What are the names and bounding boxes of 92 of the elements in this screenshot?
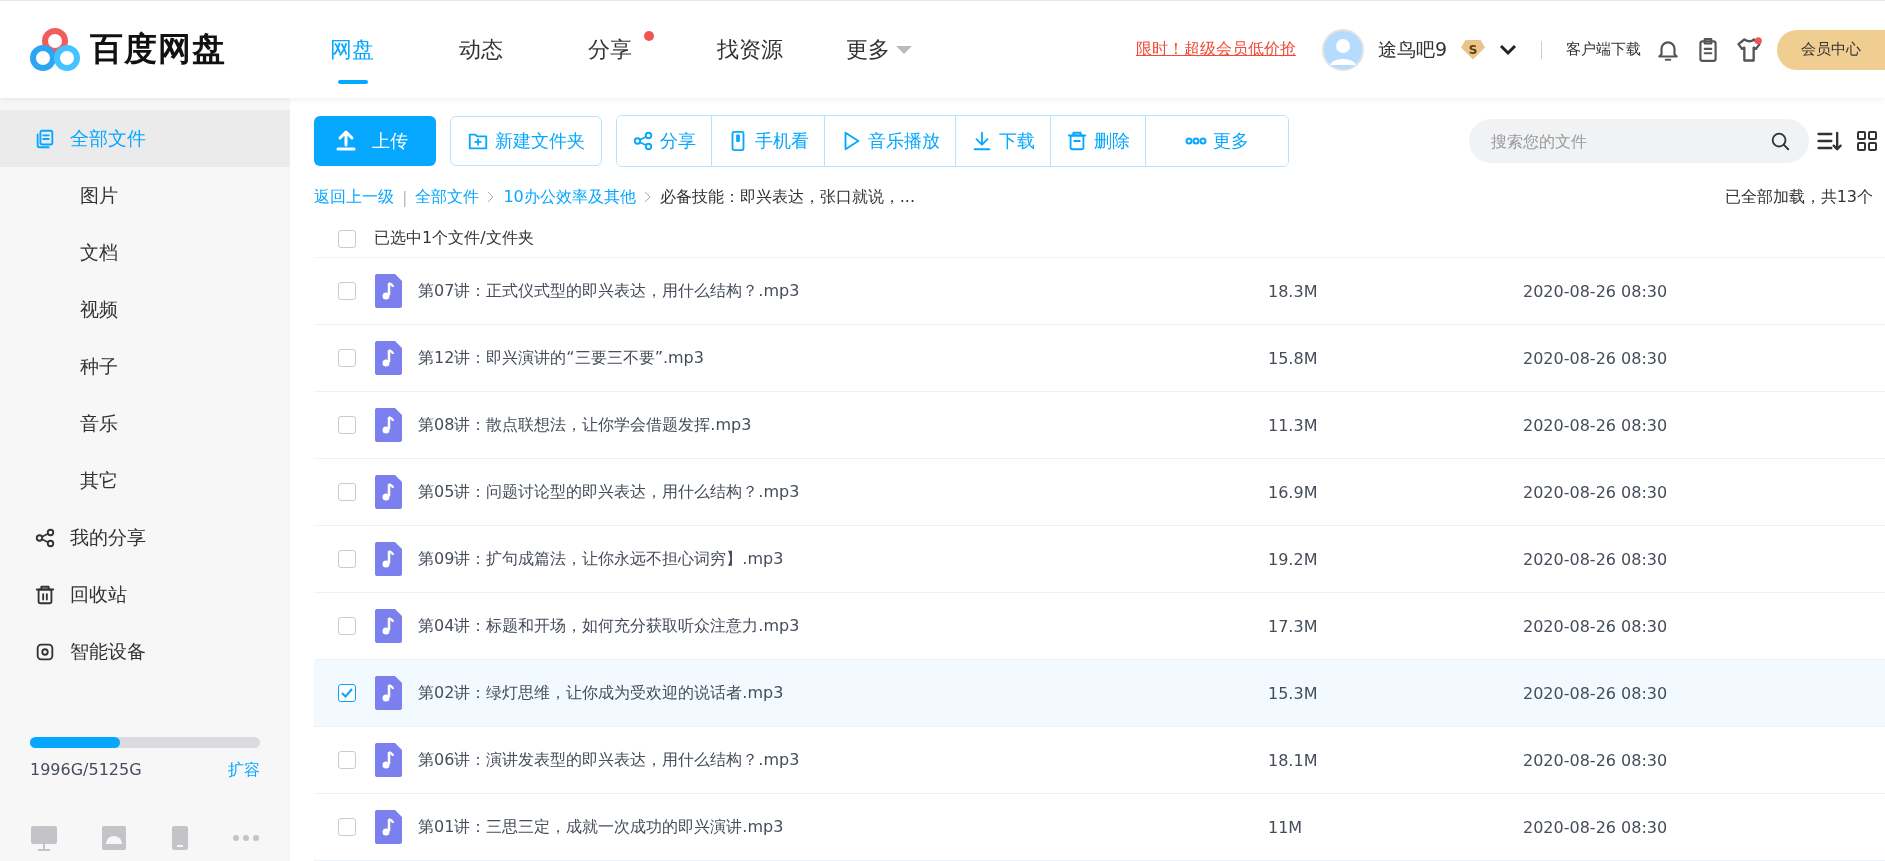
shirt-icon[interactable] [1735, 35, 1763, 64]
sidebar-item[interactable]: 文档 [0, 224, 290, 281]
selection-text: 已选中1个文件/文件夹 [374, 228, 534, 250]
music-file-icon [374, 609, 402, 643]
checkbox[interactable] [338, 751, 356, 769]
promo-link[interactable]: 限时！超级会员低价抢 [1135, 39, 1296, 60]
file-date: 2020-08-26 08:30 [1523, 415, 1668, 435]
nav-tab[interactable]: 分享 [588, 1, 717, 98]
vip-badge: S [1461, 39, 1485, 60]
upload-icon [334, 129, 358, 154]
logo-text: 百度网盘 [90, 28, 226, 70]
file-name: 第04讲：标题和开场，如何充分获取听众注意力.mp3 [418, 615, 801, 637]
nav-tab[interactable]: 找资源 [717, 1, 846, 98]
avatar [1321, 28, 1364, 71]
checkbox[interactable] [338, 550, 356, 568]
music-file-icon [374, 743, 402, 777]
file-name: 第01讲：三思三定，成就一次成功的即兴演讲.mp3 [418, 816, 785, 838]
trash-icon [1066, 130, 1088, 153]
file-size: 11.3M [1268, 415, 1319, 435]
trash-icon [34, 583, 56, 606]
sidebar-item[interactable]: 智能设备 [0, 623, 290, 680]
sidebar-item[interactable]: 音乐 [0, 395, 290, 452]
phone-icon[interactable] [170, 825, 189, 851]
file-date: 2020-08-26 08:30 [1523, 683, 1668, 703]
breadcrumb-current: 必备技能：即兴表达，张口就说，... [659, 186, 915, 208]
chevron-icon [643, 191, 652, 204]
client-download-link[interactable]: 客户端下载 [1566, 40, 1641, 59]
checkbox[interactable] [338, 282, 356, 300]
file-date: 2020-08-26 08:30 [1523, 817, 1668, 837]
file-date: 2020-08-26 08:30 [1523, 348, 1668, 368]
file-date: 2020-08-26 08:30 [1523, 549, 1668, 569]
file-size: 15.8M [1268, 348, 1319, 368]
vip-center-button[interactable]: 会员中心 [1777, 29, 1885, 70]
sidebar-item[interactable]: 视频 [0, 281, 290, 338]
monitor-icon[interactable] [30, 825, 58, 851]
user-name: 途鸟吧9 [1377, 36, 1447, 62]
file-name: 第06讲：演讲发表型的即兴表达，用什么结构？.mp3 [418, 749, 801, 771]
load-status: 已全部加载，共13个 [1724, 186, 1873, 208]
sidebar-item[interactable]: 回收站 [0, 566, 290, 623]
search-icon [1769, 130, 1791, 153]
checkbox[interactable] [338, 684, 356, 702]
file-size: 11M [1268, 817, 1304, 837]
chevron-icon [487, 191, 496, 204]
file-date: 2020-08-26 08:30 [1523, 616, 1668, 636]
nav-tab[interactable]: 动态 [459, 1, 588, 98]
files-icon [34, 127, 56, 150]
file-row[interactable]: 第02讲：绿灯思维，让你成为受欢迎的说话者.mp3 15.3M 2020-08-26 08:30 [314, 660, 1885, 727]
file-date: 2020-08-26 08:30 [1523, 281, 1668, 301]
music-file-icon [374, 475, 402, 509]
checkbox[interactable] [338, 349, 356, 367]
file-name: 第05讲：问题讨论型的即兴表达，用什么结构？.mp3 [418, 481, 801, 503]
checkbox[interactable] [338, 617, 356, 635]
file-size: 18.3M [1268, 281, 1319, 301]
logo-icon [30, 27, 80, 72]
share-icon [632, 130, 654, 153]
checkbox[interactable] [338, 483, 356, 501]
download-icon [971, 130, 993, 153]
search-field[interactable]: 搜索您的文件 [1469, 119, 1809, 164]
more-icon[interactable] [232, 834, 260, 842]
music-file-icon [374, 274, 402, 308]
file-name: 第07讲：正式仪式型的即兴表达，用什么结构？.mp3 [418, 280, 801, 302]
sidebar-item[interactable]: 其它 [0, 452, 290, 509]
sidebar-item[interactable]: 我的分享 [0, 509, 290, 566]
file-name: 第02讲：绿灯思维，让你成为受欢迎的说话者.mp3 [418, 682, 785, 704]
share-icon [34, 526, 56, 549]
notification-dot [644, 31, 654, 41]
file-size: 17.3M [1268, 616, 1319, 636]
file-size: 19.2M [1268, 549, 1319, 569]
sidebar-item[interactable]: 种子 [0, 338, 290, 395]
storage-text: 1996G/5125G [30, 760, 142, 781]
checkbox[interactable] [338, 229, 356, 248]
dots-icon [1185, 137, 1207, 146]
checkbox[interactable] [338, 818, 356, 836]
nav-tab[interactable]: 更多 [846, 1, 975, 98]
separator: | [402, 187, 408, 207]
file-name: 第12讲：即兴演讲的“三要三不要”.mp3 [418, 347, 705, 369]
file-date: 2020-08-26 08:30 [1523, 482, 1668, 502]
music-file-icon [374, 810, 402, 844]
file-name: 第08讲：散点联想法，让你学会借题发挥.mp3 [418, 414, 753, 436]
music-file-icon [374, 676, 402, 710]
music-file-icon [374, 341, 402, 375]
caret-icon [896, 44, 912, 55]
chevron-down-icon[interactable] [1499, 43, 1517, 56]
file-size: 15.3M [1268, 683, 1319, 703]
file-date: 2020-08-26 08:30 [1523, 750, 1668, 770]
file-name: 第09讲：扩句成篇法，让你永远不担心词穷】.mp3 [418, 548, 785, 570]
file-size: 16.9M [1268, 482, 1319, 502]
music-file-icon [374, 408, 402, 442]
file-size: 18.1M [1268, 750, 1319, 770]
checkbox[interactable] [338, 416, 356, 434]
music-file-icon [374, 542, 402, 576]
sidebar-item[interactable]: 图片 [0, 167, 290, 224]
